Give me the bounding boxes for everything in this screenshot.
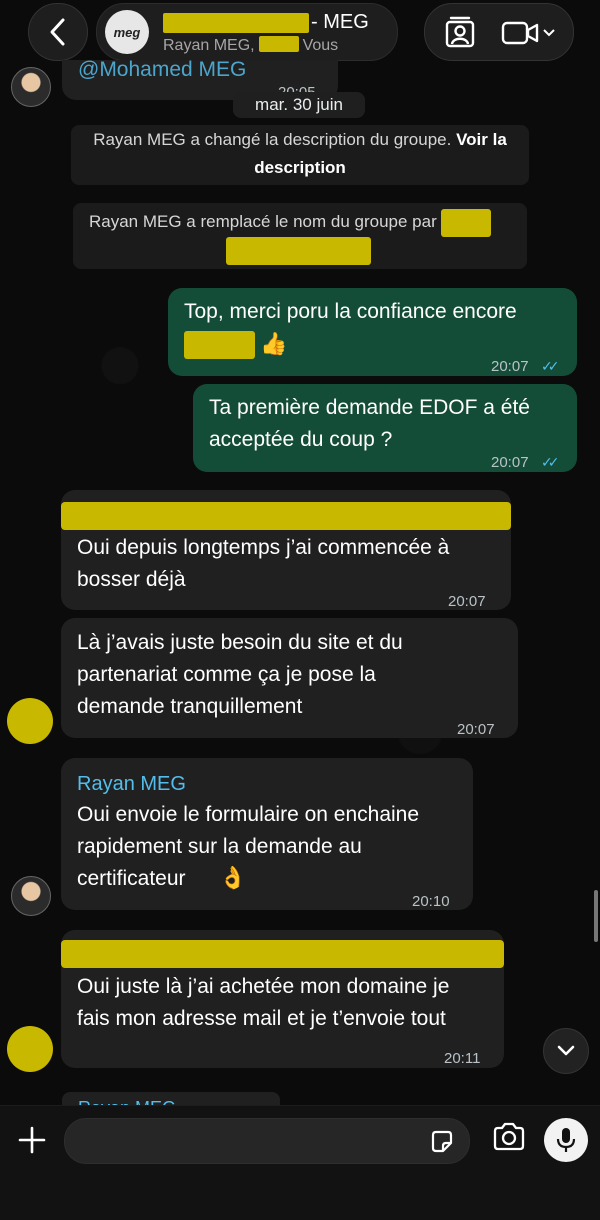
sender-name[interactable]: Rayan MEG <box>77 768 186 800</box>
text-redaction <box>184 331 255 359</box>
incoming-message[interactable]: Rayan MEG Oui envoie le formulaire on en… <box>61 758 473 910</box>
call-actions <box>424 3 574 61</box>
back-button[interactable] <box>28 3 88 61</box>
camera-icon[interactable] <box>492 1122 526 1152</box>
scroll-to-bottom-button[interactable] <box>543 1028 589 1074</box>
message-text-line: demande tranquillement <box>77 695 303 718</box>
outgoing-message[interactable]: Top, merci poru la confiance encore 👍 20… <box>168 288 577 376</box>
system-message-rename: Rayan MEG a remplacé le nom du groupe pa… <box>73 203 527 269</box>
subtitle-redaction <box>258 36 299 52</box>
ok-hand-emoji: 👌 <box>219 865 247 890</box>
group-name-redaction <box>226 237 371 265</box>
message-input[interactable] <box>81 1119 425 1165</box>
composer-bar <box>0 1105 600 1220</box>
message-text-line: rapidement sur la demande au <box>77 835 362 858</box>
system-message-text: Rayan MEG a changé la description du gro… <box>93 130 452 149</box>
sender-avatar[interactable] <box>7 1026 53 1072</box>
message-text-line: certificateur <box>77 867 186 890</box>
mention-text: @Mohamed MEG <box>78 58 247 81</box>
message-time: 20:11 <box>444 1050 481 1067</box>
attach-button[interactable] <box>14 1122 50 1158</box>
sender-avatar[interactable] <box>7 698 53 744</box>
message-time: 20:07 <box>491 358 529 375</box>
voice-message-button[interactable] <box>544 1118 588 1162</box>
date-separator: mar. 30 juin <box>233 92 365 118</box>
thumbs-up-emoji: 👍 <box>260 331 288 356</box>
message-text-line: fais mon adresse mail et je t’envoie tou… <box>77 1007 446 1030</box>
message-text-line: Oui envoie le formulaire on enchaine <box>77 803 420 826</box>
message-time: 20:07 <box>448 593 486 610</box>
message-time: 20:10 <box>412 893 450 910</box>
video-icon[interactable] <box>501 20 541 46</box>
message-time: 20:07 <box>491 454 529 471</box>
participants-subtitle: Rayan MEG, Vous <box>163 36 338 55</box>
system-message-text: Rayan MEG a remplacé le nom du groupe pa… <box>89 212 437 231</box>
sender-name-redaction <box>61 502 511 530</box>
chat-title-pill[interactable]: meg - MEG Rayan MEG, Vous <box>96 3 398 61</box>
group-name-redaction <box>441 208 492 237</box>
title-redaction <box>163 13 309 33</box>
plus-icon <box>18 1126 46 1154</box>
message-text-line: bosser déjà <box>77 568 186 591</box>
outgoing-message[interactable]: Ta première demande EDOF a été acceptée … <box>193 384 577 472</box>
sender-name-redaction <box>61 940 504 968</box>
subtitle-suffix: Vous <box>302 37 339 54</box>
system-message-description: Rayan MEG a changé la description du gro… <box>71 125 529 185</box>
group-avatar: meg <box>105 10 149 54</box>
chevron-down-icon[interactable] <box>543 28 555 38</box>
mic-icon <box>556 1128 576 1152</box>
chevron-down-icon <box>557 1045 575 1056</box>
subtitle-prefix: Rayan MEG, <box>163 37 255 54</box>
incoming-message[interactable]: Oui juste là j’ai achetée mon domaine je… <box>61 930 504 1068</box>
message-text-line: Là j’avais juste besoin du site et du <box>77 631 403 654</box>
double-check-icon: ✓✓ <box>541 358 560 374</box>
scrollbar[interactable] <box>594 890 598 942</box>
message-text-line: Ta première demande EDOF a été <box>209 396 530 419</box>
sender-avatar[interactable] <box>11 876 51 916</box>
back-icon <box>50 18 65 46</box>
message-input-field[interactable] <box>64 1118 470 1165</box>
incoming-message[interactable]: Oui depuis longtemps j’ai commencée à bo… <box>61 490 511 610</box>
message-text-line: acceptée du coup ? <box>209 428 393 451</box>
message-time: 20:07 <box>457 721 495 738</box>
incoming-message[interactable]: Là j’avais juste besoin du site et du pa… <box>61 618 518 738</box>
message-text-line: Oui depuis longtemps j’ai commencée à <box>77 536 450 559</box>
message-text: Top, merci poru la confiance encore <box>184 300 517 323</box>
chat-title: - MEG <box>311 11 369 33</box>
message-text-line: partenariat comme ça je pose la <box>77 663 376 686</box>
person-card-icon[interactable] <box>443 16 477 48</box>
sticker-icon[interactable] <box>429 1129 455 1155</box>
sender-avatar[interactable] <box>11 67 51 107</box>
double-check-icon: ✓✓ <box>541 454 560 470</box>
message-text-line: Oui juste là j’ai achetée mon domaine je <box>77 975 450 998</box>
